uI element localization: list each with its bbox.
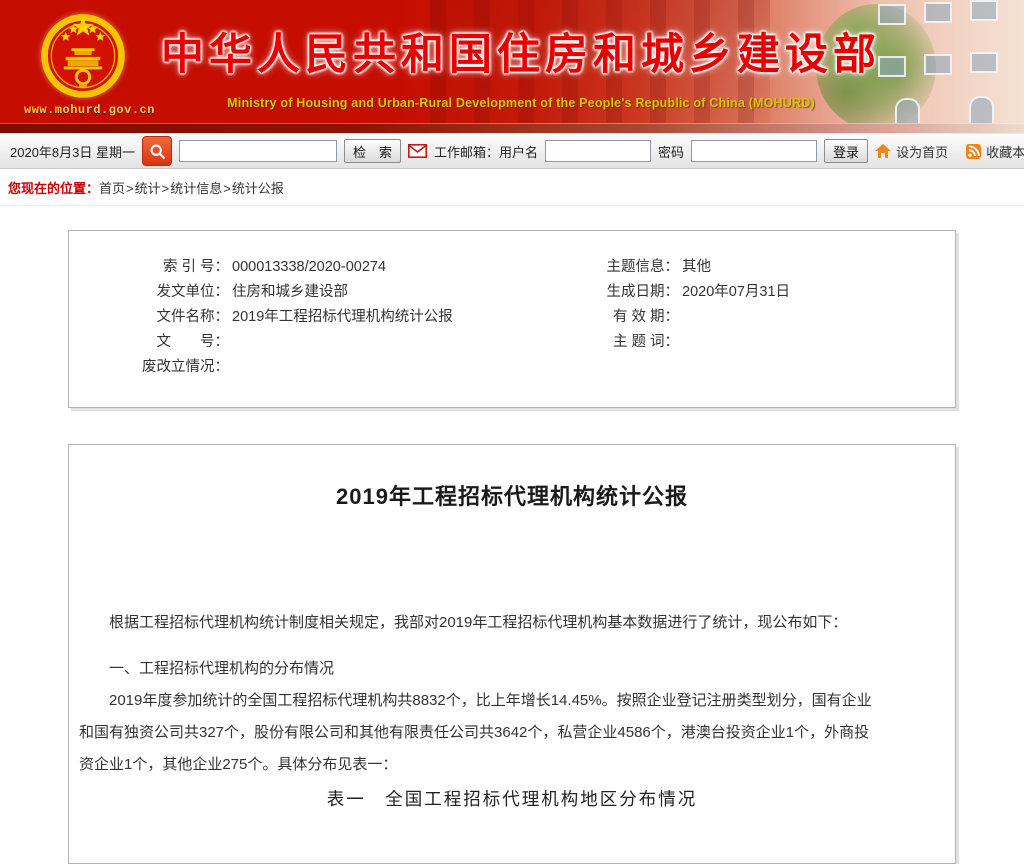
site-logo: www.mohurd.gov.cn xyxy=(24,6,142,128)
meta-row-file-name: 文件名称：2019年工程招标代理机构统计公报 xyxy=(79,305,599,330)
breadcrumb: 您现在的位置：首页>统计>统计信息>统计公报 xyxy=(0,169,1024,206)
home-icon xyxy=(875,144,891,159)
mail-icon[interactable] xyxy=(408,144,427,158)
document-meta-box: 索 引 号：000013338/2020-00274 发文单位：住房和城乡建设部… xyxy=(68,230,956,408)
document-content-box: 2019年工程招标代理机构统计公报 根据工程招标代理机构统计制度相关规定，我部对… xyxy=(68,444,956,864)
paragraph-intro: 根据工程招标代理机构统计制度相关规定，我部对2019年工程招标代理机构基本数据进… xyxy=(79,607,874,639)
rss-icon xyxy=(966,144,981,159)
section-heading-1: 一、工程招标代理机构的分布情况 xyxy=(79,653,874,685)
header-bottom-strip xyxy=(0,123,1024,133)
breadcrumb-item-statistics[interactable]: 统计 xyxy=(135,181,161,196)
document-body: 根据工程招标代理机构统计制度相关规定，我部对2019年工程招标代理机构基本数据进… xyxy=(79,607,874,781)
site-header: www.mohurd.gov.cn 中华人民共和国住房和城乡建设部 Minist… xyxy=(0,0,1024,133)
login-button[interactable]: 登录 xyxy=(824,139,868,163)
site-title: 中华人民共和国住房和城乡建设部 xyxy=(158,20,884,82)
meta-row-issuing-unit: 发文单位：住房和城乡建设部 xyxy=(79,280,599,305)
meta-row-keywords: 主 题 词： xyxy=(599,330,945,355)
breadcrumb-prefix: 您现在的位置： xyxy=(8,181,99,196)
paragraph-statistics: 2019年度参加统计的全国工程招标代理机构共8832个，比上年增长14.45%。… xyxy=(79,685,874,781)
meta-row-doc-number: 文 号： xyxy=(79,330,599,355)
header-building-windows xyxy=(864,0,1024,133)
breadcrumb-item-stat-info[interactable]: 统计信息 xyxy=(170,181,222,196)
work-mail-username-label: 工作邮箱：用户名 xyxy=(434,142,538,161)
meta-row-validity: 有 效 期： xyxy=(599,305,945,330)
site-url: www.mohurd.gov.cn xyxy=(24,103,142,117)
password-label: 密码 xyxy=(658,142,684,161)
national-emblem-icon xyxy=(35,6,131,102)
favorite-site-link[interactable]: 收藏本站 xyxy=(986,142,1024,161)
current-date: 2020年8月3日 星期一 xyxy=(10,142,135,161)
breadcrumb-item-home[interactable]: 首页 xyxy=(99,181,125,196)
breadcrumb-item-stat-bulletin[interactable]: 统计公报 xyxy=(232,181,284,196)
document-title: 2019年工程招标代理机构统计公报 xyxy=(79,479,945,511)
username-input[interactable] xyxy=(545,140,651,162)
set-home-link[interactable]: 设为首页 xyxy=(896,142,948,161)
meta-row-topic-info: 主题信息：其他 xyxy=(599,255,945,280)
search-input[interactable] xyxy=(179,140,337,162)
meta-row-repeal-status: 废改立情况： xyxy=(79,355,599,380)
meta-row-generated-date: 生成日期：2020年07月31日 xyxy=(599,280,945,305)
search-button[interactable]: 检 索 xyxy=(344,139,401,163)
password-input[interactable] xyxy=(691,140,817,162)
meta-row-index-number: 索 引 号：000013338/2020-00274 xyxy=(79,255,599,280)
search-icon[interactable] xyxy=(142,136,172,166)
table-1-caption: 表一 全国工程招标代理机构地区分布情况 xyxy=(79,786,945,811)
site-subtitle-english: Ministry of Housing and Urban-Rural Deve… xyxy=(158,96,884,110)
top-toolbar: 2020年8月3日 星期一 检 索 工作邮箱：用户名 密码 登录 设为首页 xyxy=(0,133,1024,169)
